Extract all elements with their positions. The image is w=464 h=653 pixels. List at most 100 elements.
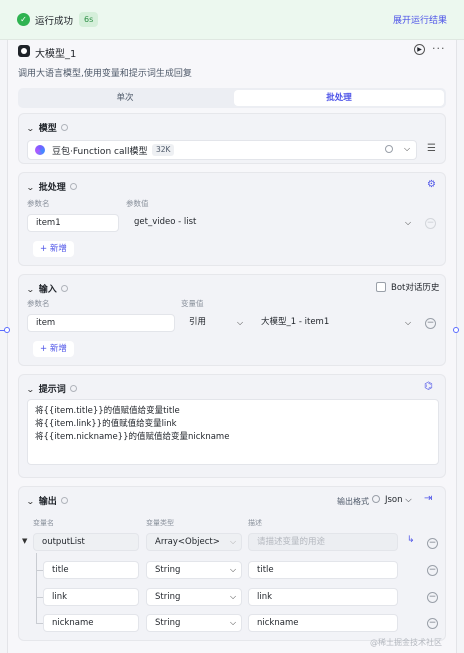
model-section: ⌄ 模型 豆包·Function call模型 32K ⌵ ☰: [18, 113, 446, 164]
batch-section-header[interactable]: ⌄ 批处理: [25, 180, 77, 193]
output-format-label: 输出格式: [337, 497, 369, 506]
chevron-down-icon: ⌄: [25, 183, 35, 192]
input-param-name-input[interactable]: item: [27, 314, 175, 332]
ref-value-text: 大模型_1 - item1: [261, 317, 330, 327]
remove-output-icon[interactable]: −: [427, 592, 438, 603]
output-format-value: Json: [385, 495, 403, 505]
output-child-type-text: String: [155, 618, 181, 628]
doubao-model-icon: [35, 145, 45, 155]
prompt-section-header[interactable]: ⌄ 提示词: [26, 382, 77, 395]
info-icon: [69, 183, 77, 190]
chevron-down-icon: ⌄: [25, 124, 35, 133]
output-port-handle[interactable]: [453, 327, 459, 333]
prompt-editor[interactable]: 将{{item.title}}的值赋值给变量title 将{{item.link…: [27, 399, 439, 465]
var-value-label: 变量值: [181, 299, 204, 308]
remove-output-icon[interactable]: −: [427, 618, 438, 629]
output-child-desc-input[interactable]: nickname: [248, 614, 398, 632]
output-child-desc-input[interactable]: title: [248, 561, 398, 579]
prompt-line: 将{{item.nickname}}的值赋值给变量nickname: [35, 432, 230, 442]
bot-history-checkbox[interactable]: [376, 282, 386, 292]
batch-param-value-text: get_video - list: [134, 217, 197, 227]
batch-section-title: 批处理: [38, 183, 66, 193]
chevron-down-icon: ⌵: [230, 537, 237, 546]
output-child-desc-input[interactable]: link: [248, 588, 398, 606]
run-status-bar: ✓ 运行成功 6s 展开运行结果: [0, 0, 464, 40]
output-child-type-select[interactable]: String: [146, 588, 242, 606]
output-child-name-input[interactable]: nickname: [43, 614, 139, 632]
run-node-icon[interactable]: ▶: [414, 44, 425, 55]
chevron-down-icon: ⌵: [230, 565, 237, 574]
chevron-down-icon: ⌵: [230, 618, 237, 627]
expand-results-link[interactable]: 展开运行结果: [393, 13, 447, 26]
collapse-triangle-icon[interactable]: ▼: [22, 537, 27, 545]
prompt-line: 将{{item.link}}的值赋值给变量link: [35, 419, 177, 429]
remove-output-icon[interactable]: −: [427, 565, 438, 576]
output-child-name-input[interactable]: title: [43, 561, 139, 579]
add-batch-param-button[interactable]: + 新增: [33, 241, 74, 257]
remove-output-icon[interactable]: −: [427, 538, 438, 549]
param-name-label: 参数名: [27, 299, 50, 308]
output-child-type-select[interactable]: String: [146, 561, 242, 579]
output-section: ⌄ 输出 输出格式 Json ⌵ ⇥ 变量名 变量类型 描述 ▼ outputLi…: [18, 486, 446, 641]
batch-section: ⌄ 批处理 ⚙ 参数名 参数值 item1 get_video - list ⌵ …: [18, 172, 446, 266]
batch-param-value-select[interactable]: get_video - list: [126, 214, 416, 232]
output-format-select[interactable]: Json ⌵: [385, 495, 412, 505]
batch-settings-icon[interactable]: ⚙: [427, 179, 436, 190]
output-section-header[interactable]: ⌄ 输出: [25, 494, 68, 507]
chevron-down-icon: ⌵: [237, 318, 244, 327]
model-name: 豆包·Function call模型: [52, 147, 148, 157]
model-section-title: 模型: [38, 124, 57, 134]
model-info-icon[interactable]: [385, 145, 393, 153]
info-icon: [60, 124, 68, 131]
tab-batch[interactable]: 批处理: [234, 90, 444, 106]
ref-value-select[interactable]: 大模型_1 - item1: [253, 314, 419, 332]
tab-single[interactable]: 单次: [20, 90, 230, 106]
context-length-badge: 32K: [152, 144, 175, 156]
output-root-name-input[interactable]: outputList: [33, 533, 139, 551]
output-child-name-input[interactable]: link: [43, 588, 139, 606]
tree-branch: [36, 623, 43, 624]
model-select[interactable]: 豆包·Function call模型 32K ⌵: [27, 140, 417, 160]
output-root-type-select[interactable]: Array<Object>: [146, 533, 242, 551]
info-icon: [60, 497, 68, 504]
input-section-header[interactable]: ⌄ 输入: [26, 282, 68, 295]
watermark: @稀土掘金技术社区: [370, 638, 442, 647]
input-section-title: 输入: [38, 285, 57, 295]
output-child-type-text: String: [155, 565, 181, 575]
output-root-desc-input[interactable]: 请描述变量的用途: [248, 533, 398, 551]
tree-line: [36, 553, 37, 623]
chevron-down-icon: ⌵: [405, 318, 412, 327]
tree-branch: [36, 570, 43, 571]
remove-input-icon[interactable]: −: [425, 318, 436, 329]
description-label: 描述: [248, 519, 262, 527]
node-description: 调用大语言模型,使用变量和提示词生成回复: [18, 69, 192, 79]
chevron-down-icon: ⌵: [230, 592, 237, 601]
prompt-line: 将{{item.title}}的值赋值给变量title: [35, 406, 180, 416]
more-options-icon[interactable]: ···: [432, 42, 446, 55]
llm-node-icon: [18, 45, 30, 57]
add-input-button[interactable]: + 新增: [33, 341, 74, 357]
param-name-label: 参数名: [27, 199, 50, 208]
chevron-down-icon: ⌵: [405, 218, 412, 227]
tree-branch: [36, 597, 43, 598]
output-export-icon[interactable]: ⇥: [424, 493, 432, 504]
info-icon: [69, 385, 77, 392]
input-port-handle[interactable]: [4, 327, 10, 333]
success-check-icon: ✓: [17, 13, 30, 26]
chevron-down-icon: ⌄: [25, 497, 35, 506]
output-child-type-text: String: [155, 592, 181, 602]
run-status-text: 运行成功: [35, 16, 74, 27]
remove-param-icon[interactable]: −: [425, 218, 436, 229]
prompt-library-icon[interactable]: ⌬: [424, 381, 433, 392]
batch-param-name-input[interactable]: item1: [27, 214, 119, 232]
model-section-header[interactable]: ⌄ 模型: [25, 121, 68, 134]
model-settings-icon[interactable]: ☰: [427, 143, 436, 154]
input-section: ⌄ 输入 Bot对话历史 参数名 变量值 item 引用 ⌵ 大模型_1 - it…: [18, 274, 446, 366]
output-child-type-select[interactable]: String: [146, 614, 242, 632]
prompt-section: ⌄ 提示词 ⌬ 将{{item.title}}的值赋值给变量title 将{{it…: [18, 374, 446, 478]
add-child-icon[interactable]: ↳: [407, 535, 415, 545]
param-value-label: 参数值: [126, 199, 149, 208]
output-root-desc-placeholder: 请描述变量的用途: [257, 537, 326, 547]
run-time-badge: 6s: [79, 12, 99, 27]
node-title[interactable]: 大模型_1: [35, 45, 76, 60]
